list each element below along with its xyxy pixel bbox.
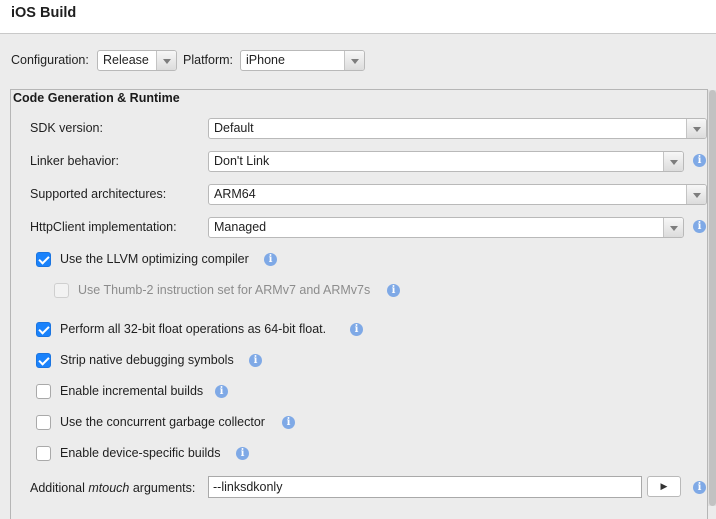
thumb2-label: Use Thumb-2 instruction set for ARMv7 an… xyxy=(78,283,371,297)
chevron-down-icon xyxy=(663,218,683,237)
chevron-down-icon xyxy=(663,152,683,171)
window-header: iOS Build xyxy=(0,0,716,34)
mtouch-label-suffix: arguments: xyxy=(129,481,196,495)
sdk-version-label: SDK version: xyxy=(30,121,103,135)
play-icon: ▶ xyxy=(660,481,668,491)
httpclient-label: HttpClient implementation: xyxy=(30,220,177,234)
thumb2-checkbox[interactable] xyxy=(54,283,69,298)
chevron-down-icon xyxy=(344,51,364,70)
info-icon[interactable]: i xyxy=(282,416,295,429)
mtouch-arguments-field[interactable] xyxy=(208,476,642,498)
device-builds-label: Enable device-specific builds xyxy=(60,446,221,460)
platform-value: iPhone xyxy=(246,53,285,67)
chevron-down-icon xyxy=(686,185,706,204)
supported-architectures-value: ARM64 xyxy=(214,187,256,201)
page-title: iOS Build xyxy=(11,5,77,21)
linker-behavior-select[interactable]: Don't Link xyxy=(208,151,684,172)
configuration-label: Configuration: xyxy=(11,53,89,67)
concurrent-gc-label: Use the concurrent garbage collector xyxy=(60,415,265,429)
mtouch-arguments-input[interactable] xyxy=(209,477,641,497)
chevron-down-icon xyxy=(156,51,176,70)
platform-label: Platform: xyxy=(183,53,234,67)
supported-architectures-label: Supported architectures: xyxy=(30,187,167,201)
float64-checkbox[interactable] xyxy=(36,322,51,337)
info-icon[interactable]: i xyxy=(215,385,228,398)
mtouch-run-button[interactable]: ▶ xyxy=(647,476,681,497)
mtouch-label-prefix: Additional xyxy=(30,481,89,495)
configuration-select[interactable]: Release xyxy=(97,50,177,71)
httpclient-select[interactable]: Managed xyxy=(208,217,684,238)
info-icon[interactable]: i xyxy=(693,220,706,233)
linker-behavior-value: Don't Link xyxy=(214,154,270,168)
info-icon[interactable]: i xyxy=(236,447,249,460)
scrollbar-thumb[interactable] xyxy=(709,90,716,506)
info-icon[interactable]: i xyxy=(264,253,277,266)
platform-select[interactable]: iPhone xyxy=(240,50,365,71)
sdk-version-select[interactable]: Default xyxy=(208,118,707,139)
info-icon[interactable]: i xyxy=(350,323,363,336)
linker-behavior-label: Linker behavior: xyxy=(30,154,119,168)
info-icon[interactable]: i xyxy=(693,154,706,167)
device-builds-checkbox[interactable] xyxy=(36,446,51,461)
vertical-scrollbar[interactable] xyxy=(708,90,716,506)
strip-symbols-checkbox[interactable] xyxy=(36,353,51,368)
mtouch-label-emphasis: mtouch xyxy=(88,481,130,495)
configuration-value: Release xyxy=(103,53,149,67)
llvm-label: Use the LLVM optimizing compiler xyxy=(60,252,249,266)
llvm-checkbox[interactable] xyxy=(36,252,51,267)
incremental-builds-label: Enable incremental builds xyxy=(60,384,204,398)
concurrent-gc-checkbox[interactable] xyxy=(36,415,51,430)
info-icon[interactable]: i xyxy=(693,481,706,494)
supported-architectures-select[interactable]: ARM64 xyxy=(208,184,707,205)
strip-symbols-label: Strip native debugging symbols xyxy=(60,353,234,367)
info-icon[interactable]: i xyxy=(249,354,262,367)
incremental-builds-checkbox[interactable] xyxy=(36,384,51,399)
httpclient-value: Managed xyxy=(214,220,267,234)
info-icon[interactable]: i xyxy=(387,284,400,297)
configuration-toolbar: Configuration: Release Platform: iPhone xyxy=(0,50,716,72)
float64-label: Perform all 32-bit float operations as 6… xyxy=(60,322,327,336)
section-title: Code Generation & Runtime xyxy=(13,91,180,105)
mtouch-arguments-label: Additional mtouch arguments: xyxy=(30,478,195,498)
chevron-down-icon xyxy=(686,119,706,138)
sdk-version-value: Default xyxy=(214,121,254,135)
